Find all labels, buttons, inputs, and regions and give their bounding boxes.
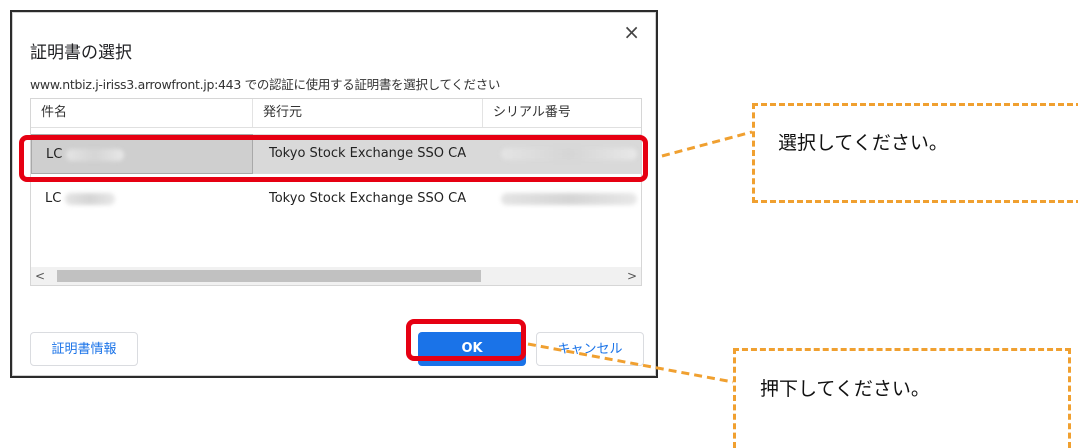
row-serial <box>483 179 643 219</box>
table-header: 件名 発行元 シリアル番号 <box>31 99 641 128</box>
scroll-right-icon[interactable]: > <box>623 267 641 285</box>
row-issuer: Tokyo Stock Exchange SSO CA <box>269 191 467 206</box>
highlight-ok-button <box>406 319 526 361</box>
cancel-button[interactable]: キャンセル <box>536 332 644 366</box>
callout-press-text: 押下してください。 <box>760 378 930 400</box>
table-row[interactable]: LC Tokyo Stock Exchange SSO CA <box>31 179 641 219</box>
certificate-selection-dialog: × 証明書の選択 www.ntbiz.j-iriss3.arrowfront.j… <box>10 10 658 378</box>
horizontal-scrollbar[interactable]: < > <box>31 267 641 285</box>
callout-select-text: 選択してください。 <box>778 132 948 154</box>
subject-text: LC <box>45 191 62 206</box>
close-icon[interactable]: × <box>623 22 640 42</box>
redacted-text <box>65 192 116 205</box>
scrollbar-thumb[interactable] <box>57 270 481 282</box>
row-subject: LC <box>31 179 253 219</box>
highlight-selected-row <box>19 135 648 182</box>
dialog-title: 証明書の選択 <box>30 43 132 63</box>
column-header-subject[interactable]: 件名 <box>31 99 253 127</box>
certificate-info-button[interactable]: 証明書情報 <box>30 332 138 366</box>
certificate-table: 件名 発行元 シリアル番号 LC Tokyo Stock Exchange SS… <box>30 98 642 286</box>
column-header-issuer[interactable]: 発行元 <box>253 99 483 127</box>
column-header-serial[interactable]: シリアル番号 <box>483 99 643 127</box>
connector-line-select <box>661 130 753 158</box>
scroll-left-icon[interactable]: < <box>31 267 49 285</box>
redacted-text <box>501 192 637 205</box>
dialog-subtitle: www.ntbiz.j-iriss3.arrowfront.jp:443 での認… <box>30 77 501 92</box>
